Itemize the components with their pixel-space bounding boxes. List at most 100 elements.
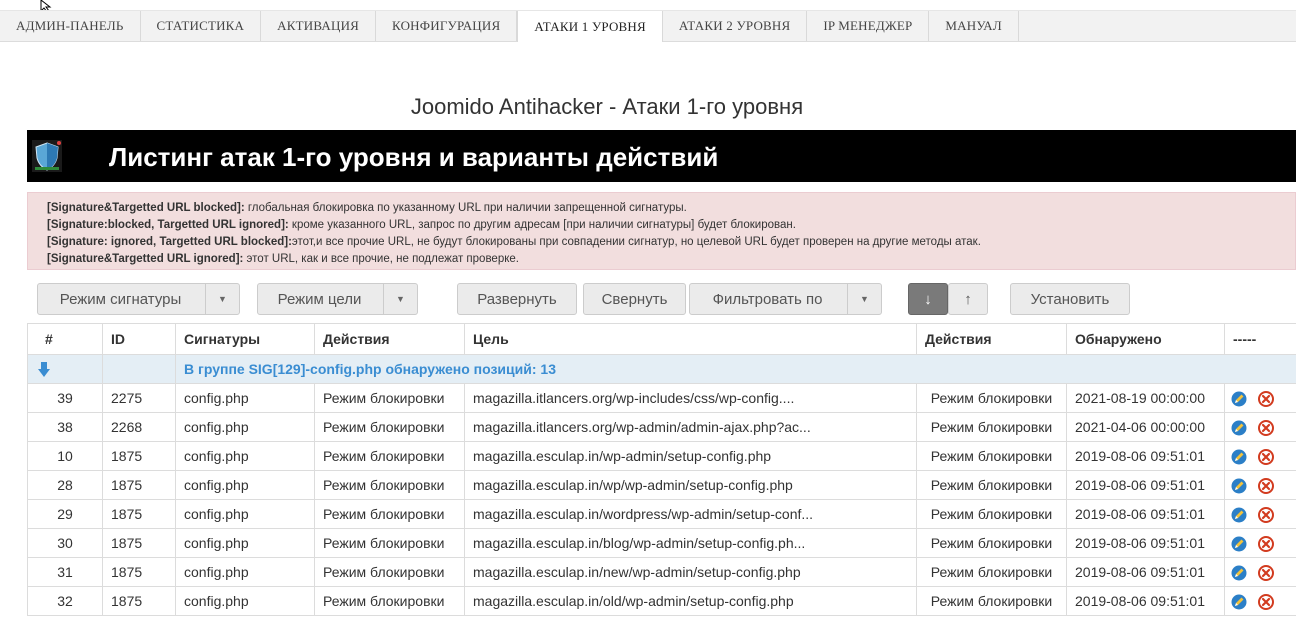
cell-row-actions <box>1224 586 1296 616</box>
sort-desc-button[interactable]: ↓ <box>908 283 948 315</box>
cell-target: magazilla.esculap.in/blog/wp-admin/setup… <box>464 528 917 558</box>
legend-text: кроме указанного URL, запрос по другим а… <box>288 219 796 231</box>
column-header-id[interactable]: ID <box>102 323 176 355</box>
edit-icon[interactable] <box>1231 507 1247 523</box>
legend-key: [Signature:blocked, Targetted URL ignore… <box>47 219 289 231</box>
group-empty-cell <box>102 354 176 384</box>
column-header-target-actions[interactable]: Действия <box>916 323 1067 355</box>
cell-row-actions <box>1224 557 1296 587</box>
cell-detected: 2019-08-06 09:51:01 <box>1066 499 1225 529</box>
cell-signature-action: Режим блокировки <box>314 412 465 442</box>
cell-signature: config.php <box>175 470 315 500</box>
delete-icon[interactable] <box>1258 477 1274 494</box>
legend-line: [Signature&Targetted URL blocked]: глоба… <box>47 200 1295 217</box>
edit-icon[interactable] <box>1231 565 1247 581</box>
delete-icon[interactable] <box>1258 564 1274 581</box>
tab-level2-attacks[interactable]: АТАКИ 2 УРОВНЯ <box>663 11 808 41</box>
caret-down-icon[interactable]: ▼ <box>383 284 417 314</box>
collapse-button[interactable]: Свернуть <box>583 283 686 315</box>
group-toggle[interactable] <box>27 354 103 384</box>
cell-id: 2268 <box>102 412 176 442</box>
delete-icon[interactable] <box>1258 535 1274 552</box>
legend-text: этот,и все прочие URL, не будут блокиров… <box>291 236 981 248</box>
tab-admin-panel[interactable]: АДМИН-ПАНЕЛЬ <box>0 11 141 41</box>
column-header-number[interactable]: # <box>27 323 103 355</box>
cell-target: magazilla.itlancers.org/wp-includes/css/… <box>464 383 917 413</box>
cell-detected: 2019-08-06 09:51:01 <box>1066 470 1225 500</box>
edit-icon[interactable] <box>1231 391 1247 407</box>
cell-detected: 2019-08-06 09:51:01 <box>1066 586 1225 616</box>
cell-target-action: Режим блокировки <box>916 499 1067 529</box>
expand-button[interactable]: Развернуть <box>457 283 577 315</box>
legend-line: [Signature&Targetted URL ignored]: этот … <box>47 251 1295 268</box>
edit-icon[interactable] <box>1231 449 1247 465</box>
delete-icon[interactable] <box>1258 448 1274 465</box>
filter-by-label: Фильтровать по <box>712 290 823 308</box>
cell-target-action: Режим блокировки <box>916 586 1067 616</box>
cell-signature-action: Режим блокировки <box>314 470 465 500</box>
cell-target-action: Режим блокировки <box>916 441 1067 471</box>
cell-number: 31 <box>27 557 103 587</box>
cell-id: 1875 <box>102 499 176 529</box>
tab-ip-manager[interactable]: IP МЕНЕДЖЕР <box>807 11 930 41</box>
column-header-signatures[interactable]: Сигнатуры <box>175 323 315 355</box>
page-title: Joomido Antihacker - Атаки 1-го уровня <box>410 94 804 119</box>
column-header-signature-actions[interactable]: Действия <box>314 323 465 355</box>
cell-signature: config.php <box>175 412 315 442</box>
cell-signature: config.php <box>175 441 315 471</box>
sort-asc-button[interactable]: ↑ <box>948 283 988 315</box>
signature-mode-dropdown[interactable]: Режим сигнатуры ▼ <box>37 283 240 315</box>
tab-level1-attacks[interactable]: АТАКИ 1 УРОВНЯ <box>517 11 663 42</box>
cell-id: 1875 <box>102 470 176 500</box>
delete-icon[interactable] <box>1258 390 1274 407</box>
toolbar: Режим сигнатуры ▼ Режим цели ▼ Развернут… <box>0 283 1296 317</box>
filter-by-dropdown[interactable]: Фильтровать по ▼ <box>689 283 882 315</box>
caret-down-icon[interactable]: ▼ <box>847 284 881 314</box>
legend-alert: [Signature&Targetted URL blocked]: глоба… <box>27 192 1296 270</box>
cell-number: 30 <box>27 528 103 558</box>
tab-configuration[interactable]: КОНФИГУРАЦИЯ <box>376 11 518 41</box>
table-row[interactable]: 38 2268 config.php Режим блокировки magazill… <box>27 412 1296 442</box>
legend-line: [Signature: ignored, Targetted URL block… <box>47 234 1295 251</box>
cell-signature: config.php <box>175 499 315 529</box>
table-row[interactable]: 39 2275 config.php Режим блокировки magazill… <box>27 383 1296 413</box>
edit-icon[interactable] <box>1231 594 1247 610</box>
cell-signature: config.php <box>175 383 315 413</box>
group-row[interactable]: В группе SIG[129]-config.php обнаружено … <box>27 354 1296 384</box>
cell-id: 1875 <box>102 528 176 558</box>
cell-number: 10 <box>27 441 103 471</box>
cell-number: 39 <box>27 383 103 413</box>
cell-target: magazilla.esculap.in/wp-admin/setup-conf… <box>464 441 917 471</box>
group-label: В группе SIG[129]-config.php обнаружено … <box>175 354 1296 384</box>
tab-statistics[interactable]: СТАТИСТИКА <box>141 11 262 41</box>
delete-icon[interactable] <box>1258 506 1274 523</box>
shield-logo-icon <box>32 140 62 172</box>
table-row[interactable]: 32 1875 config.php Режим блокировки magazill… <box>27 586 1296 616</box>
table-row[interactable]: 30 1875 config.php Режим блокировки magazill… <box>27 528 1296 558</box>
column-header-detected[interactable]: Обнаружено <box>1066 323 1225 355</box>
tab-activation[interactable]: АКТИВАЦИЯ <box>261 11 377 41</box>
arrow-down-icon[interactable] <box>38 361 50 378</box>
cell-signature-action: Режим блокировки <box>314 586 465 616</box>
edit-icon[interactable] <box>1231 420 1247 436</box>
apply-button[interactable]: Установить <box>1010 283 1130 315</box>
table-row[interactable]: 31 1875 config.php Режим блокировки magazill… <box>27 557 1296 587</box>
delete-icon[interactable] <box>1258 593 1274 610</box>
banner-title: Листинг атак 1-го уровня и варианты дейс… <box>109 142 719 172</box>
cell-signature: config.php <box>175 557 315 587</box>
edit-icon[interactable] <box>1231 478 1247 494</box>
cell-number: 29 <box>27 499 103 529</box>
tab-manual[interactable]: МАНУАЛ <box>929 11 1019 41</box>
cell-target: magazilla.esculap.in/wordpress/wp-admin/… <box>464 499 917 529</box>
cell-target-action: Режим блокировки <box>916 528 1067 558</box>
target-mode-dropdown[interactable]: Режим цели ▼ <box>257 283 418 315</box>
table-row[interactable]: 10 1875 config.php Режим блокировки magazill… <box>27 441 1296 471</box>
delete-icon[interactable] <box>1258 419 1274 436</box>
table-row[interactable]: 28 1875 config.php Режим блокировки magazill… <box>27 470 1296 500</box>
column-header-target[interactable]: Цель <box>464 323 917 355</box>
caret-down-icon[interactable]: ▼ <box>205 284 239 314</box>
cell-signature: config.php <box>175 528 315 558</box>
edit-icon[interactable] <box>1231 536 1247 552</box>
table-row[interactable]: 29 1875 config.php Режим блокировки magazill… <box>27 499 1296 529</box>
cell-signature-action: Режим блокировки <box>314 383 465 413</box>
